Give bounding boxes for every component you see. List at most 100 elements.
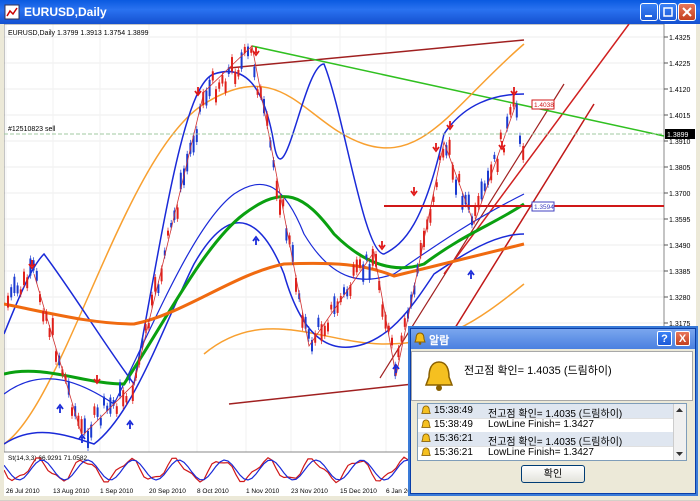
list-scrollbar[interactable] [673,404,686,460]
candle-body [343,287,345,295]
candle-body [352,264,355,276]
candle-body [323,325,326,336]
candle-body [154,277,157,292]
candle-body [355,259,358,273]
bell-icon [421,405,431,414]
alert-dialog: 알람 ? X 전고점 확인= 1.4035 (드림하이) 15:38:49 전고… [410,328,696,494]
candle-body [333,296,336,314]
candle-body [19,289,22,295]
candle-body [96,407,99,417]
candle-body [55,351,57,362]
list-item[interactable]: 15:36:21 LowLine Finish= 1.3427 [418,446,674,460]
y-tick-label: 1.3280 [669,295,691,302]
y-tick-label: 1.3700 [669,191,691,198]
candle-body [167,230,169,236]
candle-body [237,70,240,77]
alert-close-button[interactable]: X [675,331,690,346]
candle-body [93,406,96,415]
candle-body [26,277,29,289]
list-item-time: 15:36:21 [434,447,473,458]
candle-body [224,81,227,93]
candle-body [307,329,310,339]
time-axis[interactable]: 26 Jul 2010 13 Aug 2010 1 Sep 2010 20 Sep 2… [6,488,418,495]
candle-body [211,71,214,81]
y-tick-label: 1.3385 [669,269,691,276]
candle-body [522,146,525,160]
candle-body [195,129,198,143]
list-item-message: LowLine Finish= 1.3427 [488,419,594,430]
sell-arrow-icon [410,187,418,197]
candle-body [461,195,464,210]
chart-window: EURUSD,Daily EURUSD,Daily 1.3799 1.3913 … [0,0,700,500]
candle-body [448,139,451,155]
y-tick-label: 1.4015 [669,113,691,120]
close-button[interactable] [678,3,696,21]
maximize-icon [663,7,673,17]
bell-icon [421,433,431,442]
x-tick-label: 23 Nov 2010 [291,488,328,495]
list-item-time: 15:38:49 [434,405,473,416]
candle-body [368,264,371,280]
candle-body [509,107,512,115]
x-tick-label: 13 Aug 2010 [53,488,90,495]
candle-body [253,66,256,78]
x-tick-label: 15 Dec 2010 [340,488,377,495]
current-price-text: 1.3899 [667,132,689,139]
alert-titlebar[interactable]: 알람 ? X [411,329,695,349]
y-tick-label: 1.4325 [669,35,691,42]
scroll-arrows-icon [676,408,683,456]
alert-history-list[interactable]: 15:38:49 전고점 확인= 1.4035 (드림하이) 15:38:49 … [417,403,687,461]
candle-body [519,135,521,144]
upper-channel-line [228,39,525,69]
alert-title: 알람 [429,335,450,347]
candle-body [103,396,105,406]
candle-body [250,48,253,53]
order-label: #12510823 sell [8,126,56,133]
alert-message-panel: 전고점 확인= 1.4035 (드림하이) [411,351,693,401]
candle-body [474,205,477,216]
candle-body [221,75,224,84]
alert-help-button[interactable]: ? [657,331,672,346]
candle-body [208,79,211,97]
sell-arrow-icon [252,47,260,57]
candle-body [483,183,486,191]
candle-body [99,417,102,426]
rising-channel-line-3 [443,23,630,275]
candle-body [275,180,278,199]
candle-body [16,285,19,294]
candle-body [435,182,438,188]
list-item[interactable]: 15:38:49 전고점 확인= 1.4035 (드림하이) [418,404,674,420]
candle-body [122,390,125,407]
candle-body [205,90,208,106]
candle-body [317,317,320,328]
minimize-button[interactable] [640,3,658,21]
candle-body [496,158,499,173]
candle-body [365,254,368,259]
candle-body [499,132,502,140]
candle-body [215,89,217,103]
candle-body [13,276,16,294]
window-titlebar[interactable]: EURUSD,Daily [0,0,700,24]
level-price-tag-text: 1.3594 [534,204,554,211]
candle-body [400,335,403,342]
candle-body [151,294,153,306]
buy-arrow-icon [78,433,86,443]
indicator-label: St(14,3,3) 66.9291 71.0582 [8,455,88,462]
buy-arrow-icon [126,419,134,429]
x-tick-label: 1 Nov 2010 [246,488,280,495]
candle-body [247,46,249,57]
y-tick-label: 1.3910 [669,139,691,146]
window-title: EURUSD,Daily [24,5,107,19]
chart-app-icon [4,4,20,20]
maximize-button[interactable] [659,3,677,21]
candle-body [23,271,25,286]
price-axis[interactable]: 1.4325 1.4225 1.4120 1.4015 1.3910 1.3805 1.37… [664,35,691,354]
candle-body [176,207,179,219]
list-item[interactable]: 15:36:21 전고점 확인= 1.4035 (드림하이) [418,432,674,448]
candle-body [455,179,457,195]
list-item[interactable]: 15:38:49 LowLine Finish= 1.3427 [418,418,674,433]
candle-body [330,304,333,310]
candle-body [125,396,128,403]
ok-button[interactable]: 확인 [521,465,585,483]
candle-body [131,385,134,401]
